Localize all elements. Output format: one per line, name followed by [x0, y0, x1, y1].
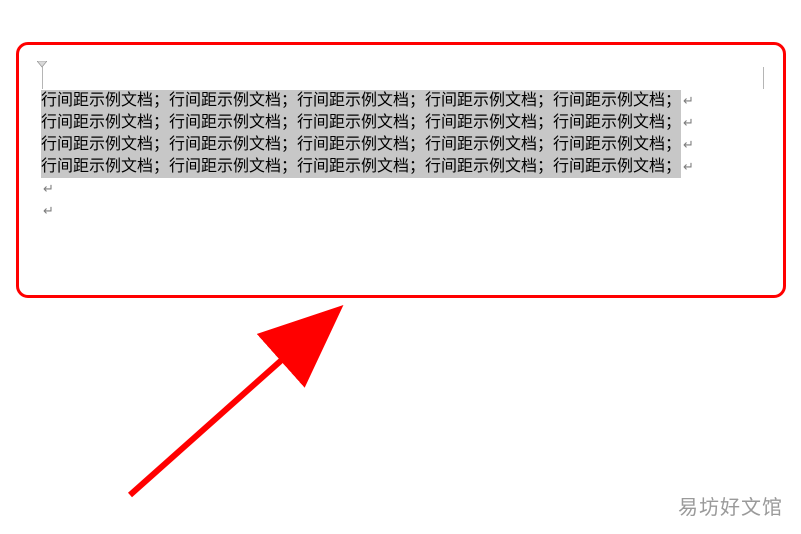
selected-text[interactable]: 行间距示例文档；行间距示例文档；行间距示例文档；行间距示例文档；行间距示例文档； — [41, 90, 681, 112]
watermark-text: 易坊好文馆 — [678, 491, 783, 520]
paragraph-mark-icon: ↵ — [683, 112, 694, 134]
text-line: 行间距示例文档；行间距示例文档；行间距示例文档；行间距示例文档；行间距示例文档；… — [41, 90, 769, 112]
paragraph-mark-icon: ↵ — [43, 203, 54, 218]
paragraph-mark-icon: ↵ — [683, 90, 694, 112]
arrow-icon — [100, 305, 360, 505]
text-line: 行间距示例文档；行间距示例文档；行间距示例文档；行间距示例文档；行间距示例文档；… — [41, 156, 769, 178]
empty-paragraph: ↵ — [41, 178, 769, 200]
selected-text[interactable]: 行间距示例文档；行间距示例文档；行间距示例文档；行间距示例文档；行间距示例文档； — [41, 134, 681, 156]
text-line: 行间距示例文档；行间距示例文档；行间距示例文档；行间距示例文档；行间距示例文档；… — [41, 134, 769, 156]
selected-text[interactable]: 行间距示例文档；行间距示例文档；行间距示例文档；行间距示例文档；行间距示例文档； — [41, 156, 681, 178]
ruler-area — [39, 55, 769, 85]
paragraph-mark-icon: ↵ — [683, 156, 694, 178]
empty-paragraph: ↵ — [41, 200, 769, 222]
paragraph-mark-icon: ↵ — [43, 181, 54, 196]
document-body[interactable]: 行间距示例文档；行间距示例文档；行间距示例文档；行间距示例文档；行间距示例文档；… — [41, 90, 769, 222]
selected-text[interactable]: 行间距示例文档；行间距示例文档；行间距示例文档；行间距示例文档；行间距示例文档； — [41, 112, 681, 134]
indent-marker-icon — [37, 61, 47, 69]
annotation-frame: 行间距示例文档；行间距示例文档；行间距示例文档；行间距示例文档；行间距示例文档；… — [16, 42, 786, 298]
text-line: 行间距示例文档；行间距示例文档；行间距示例文档；行间距示例文档；行间距示例文档；… — [41, 112, 769, 134]
paragraph-mark-icon: ↵ — [683, 134, 694, 156]
margin-marker-right — [763, 67, 764, 89]
margin-marker-left — [42, 67, 43, 89]
